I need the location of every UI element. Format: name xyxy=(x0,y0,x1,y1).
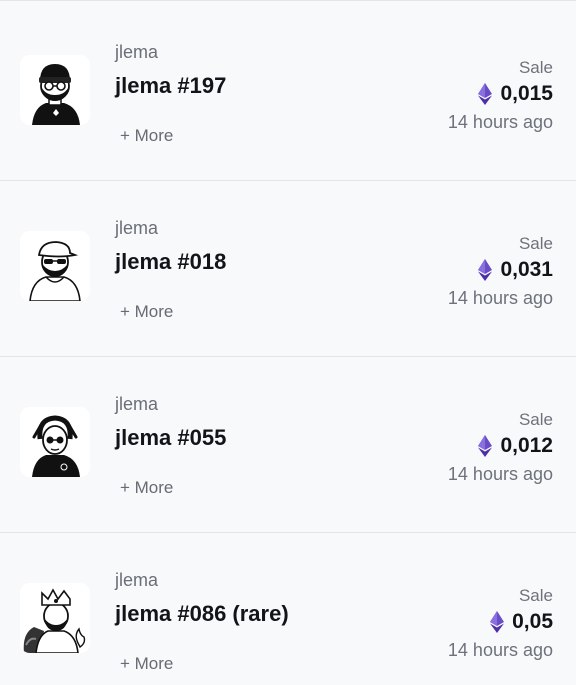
event-type-label: Sale xyxy=(518,410,553,429)
nft-title[interactable]: jlema #086 (rare) xyxy=(115,601,289,627)
nft-thumbnail[interactable] xyxy=(20,407,90,477)
timestamp: 14 hours ago xyxy=(447,288,553,308)
more-toggle[interactable]: + More xyxy=(120,654,173,674)
timestamp: 14 hours ago xyxy=(447,112,553,132)
price-row: 0,015 xyxy=(478,82,553,106)
event-type-label: Sale xyxy=(518,586,553,605)
ethereum-icon xyxy=(478,83,493,105)
price-row: 0,05 xyxy=(490,610,553,634)
timestamp: 14 hours ago xyxy=(447,464,553,484)
ethereum-icon xyxy=(490,611,505,633)
collection-name[interactable]: jlema xyxy=(115,42,158,63)
price-row: 0,031 xyxy=(478,258,553,282)
collection-name[interactable]: jlema xyxy=(115,394,158,415)
nft-flat-cap-avatar-icon xyxy=(20,231,90,301)
nft-title[interactable]: jlema #055 xyxy=(115,425,226,451)
price-row: 0,012 xyxy=(478,434,553,458)
more-toggle[interactable]: + More xyxy=(120,126,173,146)
collection-name[interactable]: jlema xyxy=(115,570,158,591)
event-type-label: Sale xyxy=(518,58,553,77)
activity-item[interactable]: jlema jlema #086 (rare) + More Sale 0,05… xyxy=(0,533,576,685)
nft-thumbnail[interactable] xyxy=(20,55,90,125)
nft-title[interactable]: jlema #018 xyxy=(115,249,226,275)
activity-item[interactable]: jlema jlema #197 + More Sale 0,015 14 ho… xyxy=(0,5,576,181)
timestamp: 14 hours ago xyxy=(447,640,553,660)
ethereum-icon xyxy=(478,435,493,457)
event-type-label: Sale xyxy=(518,234,553,253)
more-toggle[interactable]: + More xyxy=(120,478,173,498)
nft-beanie-glasses-avatar-icon xyxy=(20,55,90,125)
price-value: 0,05 xyxy=(512,610,553,633)
ethereum-icon xyxy=(478,259,493,281)
nft-crowned-king-avatar-icon xyxy=(20,583,90,653)
activity-feed: jlema jlema #197 + More Sale 0,015 14 ho… xyxy=(0,0,576,685)
nft-title[interactable]: jlema #197 xyxy=(115,73,226,99)
activity-item[interactable]: jlema jlema #018 + More Sale 0,031 14 ho… xyxy=(0,181,576,357)
nft-thumbnail[interactable] xyxy=(20,583,90,653)
collection-name[interactable]: jlema xyxy=(115,218,158,239)
price-value: 0,012 xyxy=(500,434,553,457)
price-value: 0,031 xyxy=(500,258,553,281)
activity-item[interactable]: jlema jlema #055 + More Sale 0,012 14 ho… xyxy=(0,357,576,533)
price-value: 0,015 xyxy=(500,82,553,105)
nft-thumbnail[interactable] xyxy=(20,231,90,301)
nft-dreadlocks-avatar-icon xyxy=(20,407,90,477)
more-toggle[interactable]: + More xyxy=(120,302,173,322)
